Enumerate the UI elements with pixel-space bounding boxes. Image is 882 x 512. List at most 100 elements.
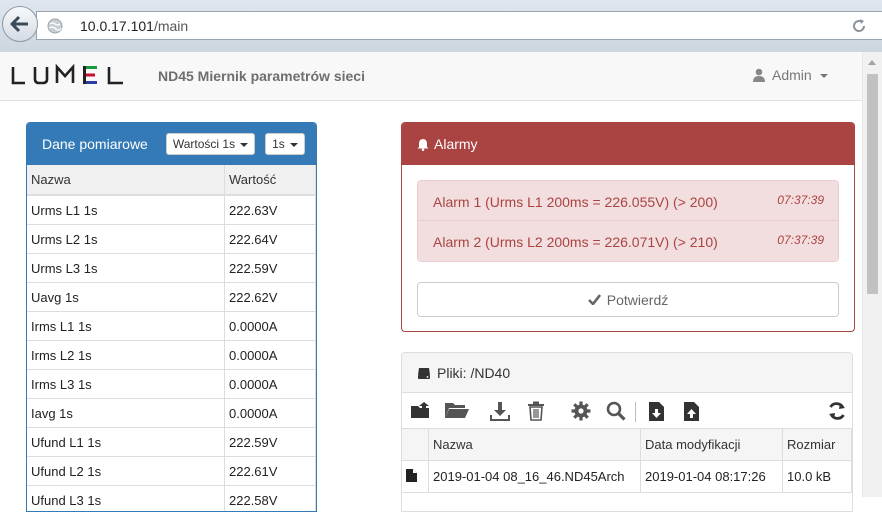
measurement-name: Ufund L1 1s (27, 428, 225, 457)
alarm-item[interactable]: Alarm 1 (Urms L1 200ms = 226.055V) (> 20… (418, 181, 838, 221)
table-row[interactable]: 2019-01-04 08_16_46.ND45Arch 2019-01-04 … (402, 461, 852, 493)
measurement-name: Urms L3 1s (27, 254, 225, 283)
measurement-name: Ufund L2 1s (27, 457, 225, 486)
url-text[interactable]: 10.0.17.101/main (80, 18, 188, 34)
back-button[interactable] (2, 6, 38, 42)
bell-icon (417, 138, 429, 151)
file-icon (402, 461, 429, 493)
table-row: Urms L3 1s222.59V (27, 254, 316, 283)
measurement-name: Urms L1 1s (27, 195, 225, 225)
folder-up-icon[interactable] (410, 401, 432, 424)
folder-open-icon[interactable] (444, 401, 470, 424)
column-header-modified[interactable]: Data modyfikacji (641, 429, 783, 461)
table-row: Irms L3 1s0.0000A (27, 370, 316, 399)
page-scrollbar[interactable] (862, 52, 882, 497)
measurements-panel: Dane pomiarowe Wartości 1s 1s Nazwa Wart… (26, 122, 317, 512)
alarms-panel: Alarmy Alarm 1 (Urms L1 200ms = 226.055V… (401, 122, 855, 332)
refresh-icon[interactable] (827, 401, 847, 426)
measurement-value: 0.0000A (225, 370, 316, 399)
scroll-thumb[interactable] (867, 74, 878, 294)
files-toolbar (402, 393, 852, 429)
files-panel-header: Pliki: /ND40 (402, 353, 852, 393)
app-navbar: ND45 Miernik parametrów sieci Admin (0, 52, 862, 101)
browser-toolbar: 10.0.17.101/main (0, 0, 882, 52)
measurement-value: 222.58V (225, 486, 316, 512)
download-icon[interactable] (490, 401, 510, 426)
lumel-logo[interactable] (11, 62, 131, 90)
measurements-table: Nazwa Wartość Urms L1 1s222.63VUrms L2 1… (27, 165, 316, 512)
measurement-name: Uavg 1s (27, 283, 225, 312)
check-icon (588, 294, 601, 305)
interval-select-label: 1s (272, 137, 285, 151)
measurements-panel-header: Dane pomiarowe Wartości 1s 1s (27, 123, 316, 165)
table-row: Ufund L2 1s222.61V (27, 457, 316, 486)
caret-down-icon (820, 74, 828, 78)
measurement-value: 222.62V (225, 283, 316, 312)
table-row: Ufund L1 1s222.59V (27, 428, 316, 457)
table-row: Irms L1 1s0.0000A (27, 312, 316, 341)
interval-select[interactable]: 1s (265, 133, 305, 155)
measurement-value: 222.59V (225, 254, 316, 283)
measurement-name: Irms L2 1s (27, 341, 225, 370)
address-bar[interactable]: 10.0.17.101/main (36, 11, 882, 40)
search-icon[interactable] (606, 401, 626, 426)
column-header-value: Wartość (225, 165, 316, 195)
confirm-button[interactable]: Potwierdź (417, 282, 839, 317)
file-name: 2019-01-04 08_16_46.ND45Arch (429, 461, 641, 493)
user-icon (752, 68, 766, 82)
measurement-value: 222.61V (225, 457, 316, 486)
measurement-name: Iavg 1s (27, 399, 225, 428)
files-table: Nazwa Data modyfikacji Rozmiar 2019-01-0… (402, 428, 852, 493)
alarm-message: Alarm 1 (Urms L1 200ms = 226.055V) (> 20… (433, 194, 718, 210)
globe-icon (47, 18, 63, 39)
table-header-row: Nazwa Wartość (27, 165, 316, 195)
measurement-name: Urms L2 1s (27, 225, 225, 254)
alarm-item[interactable]: Alarm 2 (Urms L2 200ms = 226.071V) (> 21… (418, 221, 838, 261)
files-title: Pliki: /ND40 (437, 365, 510, 381)
hdd-icon (417, 366, 431, 380)
table-row: Urms L2 1s222.64V (27, 225, 316, 254)
column-header-name[interactable]: Nazwa (429, 429, 641, 461)
alarm-time: 07:37:39 (777, 193, 824, 207)
measurement-value: 222.64V (225, 225, 316, 254)
user-menu-dropdown[interactable]: Admin (752, 67, 828, 83)
file-download-icon[interactable] (648, 401, 666, 427)
scroll-up-arrow[interactable] (868, 60, 876, 65)
table-row: Urms L1 1s222.63V (27, 195, 316, 225)
toolbar-divider (635, 402, 636, 422)
table-row: Uavg 1s222.62V (27, 283, 316, 312)
trash-icon[interactable] (527, 401, 545, 426)
table-row: Irms L2 1s0.0000A (27, 341, 316, 370)
file-upload-icon[interactable] (683, 401, 701, 427)
alarm-list: Alarm 1 (Urms L1 200ms = 226.055V) (> 20… (417, 180, 839, 262)
alarm-time: 07:37:39 (777, 233, 824, 247)
arrow-left-icon (10, 15, 30, 33)
measurement-value: 222.59V (225, 428, 316, 457)
alarms-panel-header: Alarmy (402, 123, 854, 165)
confirm-button-label: Potwierdź (607, 292, 668, 308)
values-type-select-label: Wartości 1s (173, 137, 235, 151)
measurement-name: Irms L3 1s (27, 370, 225, 399)
column-header-icon (402, 429, 429, 461)
measurement-value: 222.63V (225, 195, 316, 225)
gear-icon[interactable] (571, 401, 591, 426)
values-type-select[interactable]: Wartości 1s (166, 133, 255, 155)
reload-icon[interactable] (850, 17, 868, 40)
alarm-message: Alarm 2 (Urms L2 200ms = 226.071V) (> 21… (433, 234, 718, 250)
measurement-value: 0.0000A (225, 341, 316, 370)
column-header-name: Nazwa (27, 165, 225, 195)
table-row: Ufund L3 1s222.58V (27, 486, 316, 512)
table-header-row: Nazwa Data modyfikacji Rozmiar (402, 429, 852, 461)
measurement-name: Ufund L3 1s (27, 486, 225, 512)
app-title: ND45 Miernik parametrów sieci (158, 68, 365, 84)
file-size: 10.0 kB (783, 461, 852, 493)
measurement-value: 0.0000A (225, 399, 316, 428)
measurement-value: 0.0000A (225, 312, 316, 341)
caret-down-icon (240, 143, 248, 147)
user-name: Admin (772, 67, 812, 83)
alarms-title: Alarmy (434, 136, 478, 152)
files-panel: Pliki: /ND40 (401, 352, 853, 512)
column-header-size[interactable]: Rozmiar (783, 429, 852, 461)
file-modified: 2019-01-04 08:17:26 (641, 461, 783, 493)
caret-down-icon (290, 143, 298, 147)
